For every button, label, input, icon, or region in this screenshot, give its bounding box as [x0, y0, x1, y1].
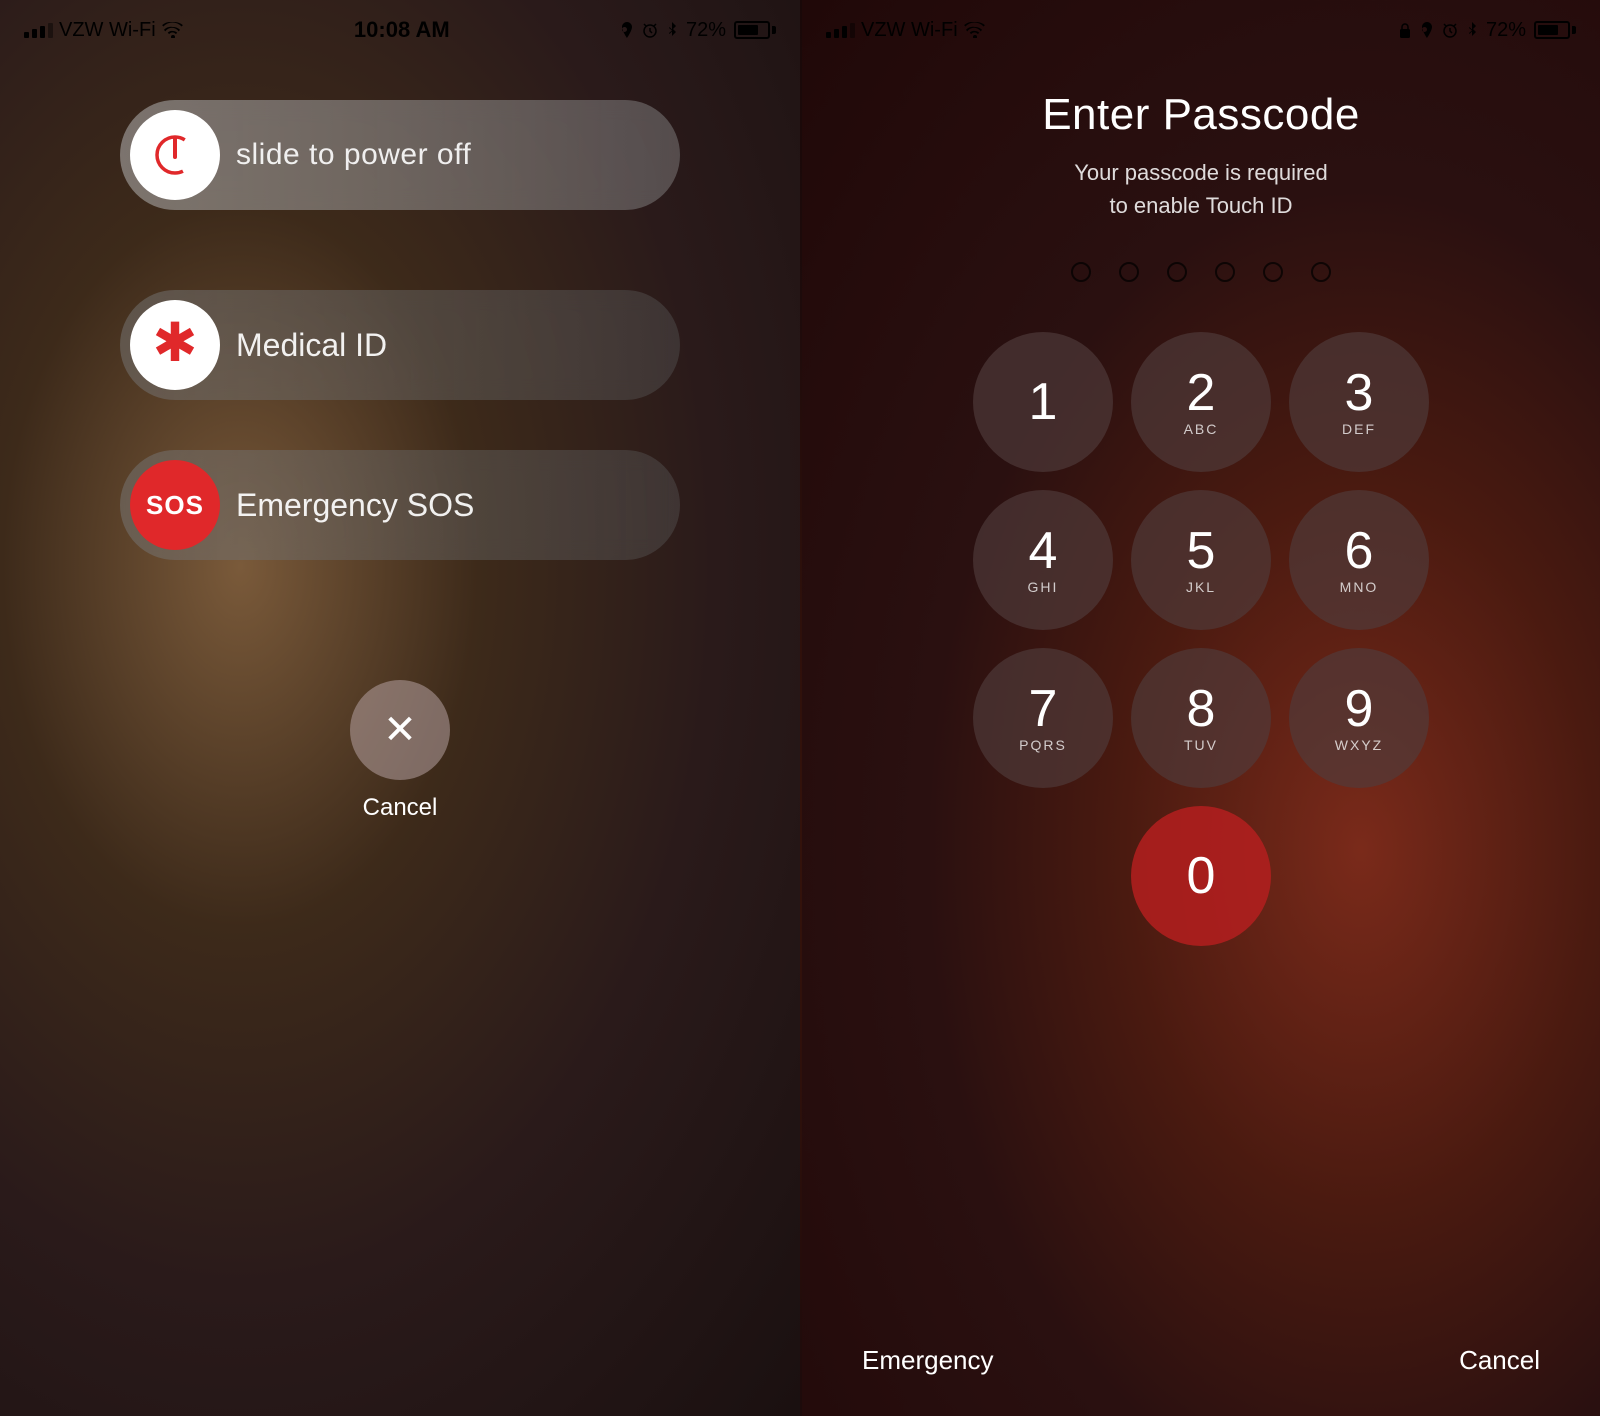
passcode-dot-2 [1119, 262, 1139, 282]
slide-power-off-label: slide to power off [236, 138, 471, 172]
left-phone-screen: VZW Wi-Fi 10:08 AM 72% slide to [0, 0, 800, 1416]
letters-8: TUV [1184, 737, 1218, 753]
carrier-label-right: VZW Wi-Fi [861, 19, 958, 42]
wifi-icon-right [964, 22, 986, 38]
passcode-dots [1071, 262, 1331, 282]
sos-badge: SOS [146, 490, 204, 521]
passcode-title: Enter Passcode [1042, 90, 1360, 140]
power-icon [151, 131, 199, 179]
carrier-label: VZW Wi-Fi [59, 19, 156, 42]
time-label: 10:08 AM [354, 17, 450, 43]
num-button-1[interactable]: 1 [973, 332, 1113, 472]
medical-id-label: Medical ID [236, 327, 387, 364]
battery-label: 72% [686, 19, 726, 42]
num-button-5[interactable]: 5 JKL [1131, 490, 1271, 630]
digit-8: 8 [1187, 683, 1216, 735]
bottom-bar: Emergency Cancel [802, 1345, 1600, 1376]
emergency-sos-button[interactable]: SOS Emergency SOS [120, 450, 680, 560]
status-bar-left: VZW Wi-Fi 10:08 AM 72% [0, 0, 800, 60]
num-button-9[interactable]: 9 WXYZ [1289, 648, 1429, 788]
alarm-icon-right [1442, 22, 1458, 38]
location-icon [620, 22, 634, 38]
digit-4: 4 [1029, 525, 1058, 577]
digit-7: 7 [1029, 683, 1058, 735]
alarm-icon [642, 22, 658, 38]
battery-icon [734, 21, 776, 39]
bluetooth-icon [666, 22, 678, 38]
right-phone-screen: VZW Wi-Fi 72% Enter Passcode Your passco… [800, 0, 1600, 1416]
bluetooth-icon-right [1466, 22, 1478, 38]
cancel-button-wrap[interactable]: ✕ Cancel [350, 680, 450, 822]
location-icon-right [1420, 22, 1434, 38]
status-right-left-group: VZW Wi-Fi [826, 19, 986, 42]
num-button-2[interactable]: 2 ABC [1131, 332, 1271, 472]
digit-6: 6 [1345, 525, 1374, 577]
emergency-bottom-button[interactable]: Emergency [862, 1345, 994, 1376]
passcode-dot-6 [1311, 262, 1331, 282]
battery-icon-right [1534, 21, 1576, 39]
digit-5: 5 [1187, 525, 1216, 577]
emergency-sos-label: Emergency SOS [236, 487, 474, 524]
letters-3: DEF [1342, 421, 1376, 437]
sos-circle: SOS [130, 460, 220, 550]
status-right-right-group: 72% [1398, 19, 1576, 42]
power-circle [130, 110, 220, 200]
passcode-dot-1 [1071, 262, 1091, 282]
num-button-7[interactable]: 7 PQRS [973, 648, 1113, 788]
medical-id-button[interactable]: ✱ Medical ID [120, 290, 680, 400]
passcode-dot-3 [1167, 262, 1187, 282]
num-button-0[interactable]: 0 [1131, 806, 1271, 946]
status-bar-right: VZW Wi-Fi 72% [802, 0, 1600, 60]
battery-label-right: 72% [1486, 19, 1526, 42]
letters-7: PQRS [1019, 737, 1067, 753]
digit-3: 3 [1345, 367, 1374, 419]
signal-icon-right [826, 23, 855, 38]
medical-asterisk-icon: ✱ [152, 316, 197, 370]
letters-5: JKL [1186, 579, 1216, 595]
slide-power-off-button[interactable]: slide to power off [120, 100, 680, 210]
num-button-6[interactable]: 6 MNO [1289, 490, 1429, 630]
letters-9: WXYZ [1335, 737, 1383, 753]
passcode-dot-4 [1215, 262, 1235, 282]
num-button-empty-left [973, 806, 1113, 946]
letters-4: GHI [1028, 579, 1059, 595]
cancel-label: Cancel [363, 794, 438, 822]
num-button-empty-right [1289, 806, 1429, 946]
cancel-circle[interactable]: ✕ [350, 680, 450, 780]
digit-0: 0 [1187, 850, 1216, 902]
cancel-x-icon: ✕ [383, 710, 417, 750]
passcode-dot-5 [1263, 262, 1283, 282]
wifi-icon [162, 22, 184, 38]
digit-9: 9 [1345, 683, 1374, 735]
numpad: 1 2 ABC 3 DEF 4 GHI 5 JKL 6 MNO 7 PQRS 8 [973, 332, 1429, 946]
passcode-subtitle: Your passcode is requiredto enable Touch… [1074, 156, 1328, 222]
num-button-8[interactable]: 8 TUV [1131, 648, 1271, 788]
lock-icon [1398, 22, 1412, 38]
letters-2: ABC [1184, 421, 1219, 437]
letters-6: MNO [1340, 579, 1379, 595]
cancel-bottom-button[interactable]: Cancel [1459, 1345, 1540, 1376]
digit-2: 2 [1187, 367, 1216, 419]
num-button-3[interactable]: 3 DEF [1289, 332, 1429, 472]
digit-1: 1 [1029, 376, 1058, 428]
status-right-group: 72% [620, 19, 776, 42]
status-left-group: VZW Wi-Fi [24, 19, 184, 42]
num-button-4[interactable]: 4 GHI [973, 490, 1113, 630]
medical-circle: ✱ [130, 300, 220, 390]
signal-icon [24, 23, 53, 38]
